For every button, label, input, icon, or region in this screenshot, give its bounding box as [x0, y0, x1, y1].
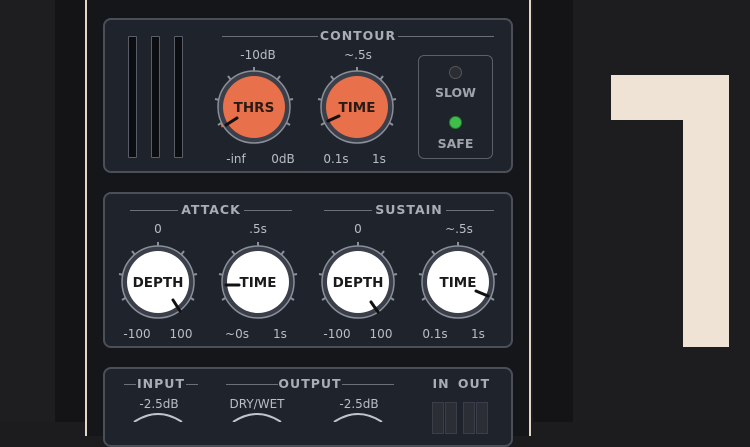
safe-led	[449, 116, 462, 129]
thrs-max-label: 0dB	[271, 152, 295, 166]
attack-depth-top-label: 0	[154, 222, 162, 236]
out-meter	[463, 402, 475, 434]
contour-time-min-label: 0.1s	[323, 152, 349, 166]
safe-label: SAFE	[437, 136, 474, 151]
output-title: OUTPUT	[278, 376, 342, 391]
attack-depth-knob[interactable]	[115, 239, 201, 325]
contour-rule-left	[222, 36, 318, 37]
attack-time-knob[interactable]	[215, 239, 301, 325]
output-knob[interactable]	[328, 412, 388, 422]
attack-depth-max-label: 100	[169, 327, 193, 341]
attack-rule-right	[244, 210, 292, 211]
thrs-top-label: -10dB	[240, 48, 276, 62]
output-value-label: -2.5dB	[339, 397, 379, 411]
contour-time-max-label: 1s	[372, 152, 386, 166]
attack-rule-left	[130, 210, 178, 211]
attack-depth-min-label: -100	[123, 327, 151, 341]
level-meter-1	[128, 36, 137, 158]
slow-safe-switch[interactable]: SLOW SAFE	[418, 55, 493, 159]
sustain-time-min-label: 0.1s	[422, 327, 448, 341]
in-meter	[432, 402, 444, 434]
input-value-label: -2.5dB	[139, 397, 179, 411]
background-right-shadow	[533, 0, 573, 422]
step-number-one	[611, 75, 729, 347]
out-title: OUT	[457, 376, 491, 391]
input-title: INPUT	[137, 376, 185, 391]
sustain-title: SUSTAIN	[375, 202, 443, 217]
level-meter-2	[151, 36, 160, 158]
sustain-depth-min-label: -100	[323, 327, 351, 341]
attack-time-min-label: ~0s	[225, 327, 249, 341]
attack-title: ATTACK	[181, 202, 241, 217]
contour-title: CONTOUR	[319, 28, 397, 43]
in-title: IN	[432, 376, 450, 391]
drywet-knob[interactable]	[227, 412, 287, 422]
sustain-time-knob[interactable]	[415, 239, 501, 325]
contour-time-top-label: ~.5s	[344, 48, 372, 62]
out-meter-2	[476, 402, 488, 434]
input-rule-right	[186, 384, 198, 385]
sustain-rule-left	[324, 210, 372, 211]
sustain-time-top-label: ~.5s	[445, 222, 473, 236]
output-rule-left	[226, 384, 278, 385]
thrs-min-label: -inf	[226, 152, 246, 166]
slow-led	[449, 66, 462, 79]
level-meter-3	[174, 36, 183, 158]
output-rule-right	[342, 384, 394, 385]
slow-label: SLOW	[435, 85, 476, 100]
thrs-knob[interactable]	[211, 64, 297, 150]
attack-time-top-label: .5s	[249, 222, 267, 236]
background-left	[0, 0, 55, 422]
drywet-label: DRY/WET	[229, 397, 285, 411]
sustain-depth-top-label: 0	[354, 222, 362, 236]
input-rule-left	[124, 384, 136, 385]
sustain-depth-max-label: 100	[369, 327, 393, 341]
sustain-time-max-label: 1s	[471, 327, 485, 341]
contour-time-knob[interactable]	[314, 64, 400, 150]
input-knob[interactable]	[128, 412, 188, 422]
in-meter-2	[445, 402, 457, 434]
attack-time-max-label: 1s	[273, 327, 287, 341]
sustain-depth-knob[interactable]	[315, 239, 401, 325]
sustain-rule-right	[446, 210, 494, 211]
background-left-shadow	[55, 0, 85, 422]
contour-rule-right	[398, 36, 494, 37]
